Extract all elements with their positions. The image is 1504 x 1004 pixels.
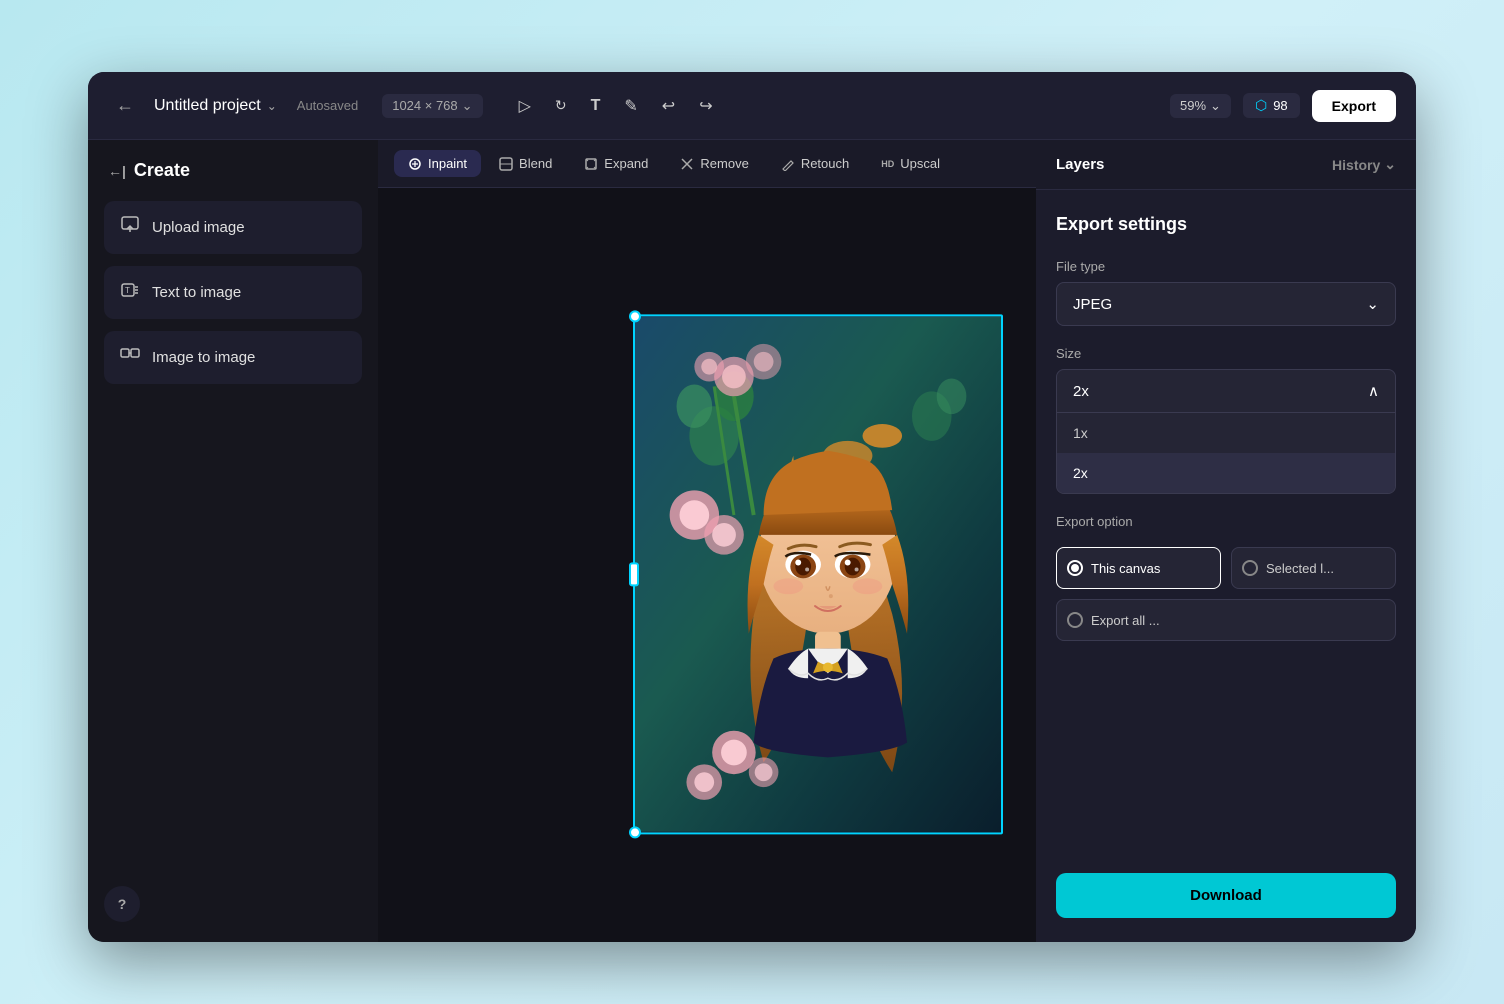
canvas-image: [635, 316, 1001, 832]
pen-tool-button[interactable]: ✎: [620, 92, 641, 120]
image-to-image-icon: [120, 345, 140, 370]
export-option-section: Export option This canvas Selected l...: [1056, 514, 1396, 641]
hd-icon: HD: [881, 159, 894, 169]
zoom-control[interactable]: 59% ⌄: [1170, 94, 1231, 118]
export-option-label: Export option: [1056, 514, 1396, 529]
selected-option[interactable]: Selected l...: [1231, 547, 1396, 589]
this-canvas-option[interactable]: This canvas: [1056, 547, 1221, 589]
right-panel-tabs: Layers History ⌄: [1036, 140, 1416, 190]
file-type-chevron-icon: ⌄: [1366, 295, 1379, 313]
size-chevron-icon: ∧: [1368, 382, 1379, 400]
sidebar-create-label: Create: [134, 160, 190, 181]
canvas-toolbar: Inpaint Blend Expand Remove Retouch: [378, 140, 1036, 188]
download-button[interactable]: Download: [1056, 873, 1396, 918]
file-type-value: JPEG: [1073, 296, 1112, 313]
size-2x-label: 2x: [1073, 465, 1088, 481]
project-title: Untitled project: [154, 97, 261, 115]
select-tool-button[interactable]: ▷: [515, 92, 535, 120]
this-canvas-label: This canvas: [1091, 561, 1160, 576]
sidebar: ←| Create Upload image: [88, 140, 378, 942]
remove-button[interactable]: Remove: [666, 150, 762, 177]
resize-handle-tl[interactable]: [629, 310, 641, 322]
resize-handle-bl[interactable]: [629, 826, 641, 838]
svg-text:T: T: [125, 286, 130, 295]
remove-label: Remove: [700, 156, 748, 171]
inpaint-label: Inpaint: [428, 156, 467, 171]
export-button[interactable]: Export: [1312, 90, 1396, 122]
toolbar-tools: ▷ ↻ T ✎ ↩ ↪: [515, 92, 717, 120]
credits-value: 98: [1273, 98, 1287, 113]
size-option-1x[interactable]: 1x: [1057, 413, 1395, 453]
inpaint-button[interactable]: Inpaint: [394, 150, 481, 177]
export-settings-panel: Export settings File type JPEG ⌄ Size 2x: [1036, 190, 1416, 942]
size-section: Size 2x ∧ 1x 2x: [1056, 346, 1396, 494]
right-panel: Layers History ⌄ Export settings File ty…: [1036, 140, 1416, 942]
blend-button[interactable]: Blend: [485, 150, 566, 177]
project-title-area[interactable]: Untitled project ⌄: [154, 97, 277, 115]
upload-image-label: Upload image: [152, 219, 245, 236]
text-tool-button[interactable]: T: [587, 93, 605, 119]
title-chevron-icon: ⌄: [267, 99, 277, 113]
text-to-image-label: Text to image: [152, 284, 241, 301]
size-label: Size: [1056, 346, 1396, 361]
export-settings-title: Export settings: [1056, 214, 1396, 235]
credits-icon: ⬡: [1255, 97, 1267, 114]
history-tab[interactable]: History ⌄: [1332, 156, 1396, 173]
file-type-dropdown[interactable]: JPEG ⌄: [1056, 282, 1396, 326]
size-dropdown-container: 2x ∧ 1x 2x: [1056, 369, 1396, 494]
export-all-label: Export all ...: [1091, 613, 1160, 628]
size-dropdown[interactable]: 2x ∧: [1056, 369, 1396, 413]
undo-button[interactable]: ↩: [658, 92, 679, 120]
zoom-value: 59%: [1180, 98, 1206, 113]
header: ← Untitled project ⌄ Autosaved 1024 × 76…: [88, 72, 1416, 140]
rotate-tool-button[interactable]: ↻: [551, 93, 571, 118]
help-button[interactable]: ?: [104, 886, 140, 922]
upscal-button[interactable]: HD Upscal: [867, 150, 954, 177]
selected-radio: [1242, 560, 1258, 576]
retouch-button[interactable]: Retouch: [767, 150, 863, 177]
canvas-image-container[interactable]: [633, 314, 1003, 834]
sidebar-item-upload[interactable]: Upload image: [104, 201, 362, 254]
canvas-size-chevron-icon: ⌄: [462, 98, 473, 114]
text-to-image-icon: T: [120, 280, 140, 305]
upscal-label: Upscal: [900, 156, 940, 171]
layers-tab[interactable]: Layers: [1056, 156, 1104, 173]
autosaved-status: Autosaved: [297, 98, 358, 113]
history-tab-label: History: [1332, 157, 1380, 173]
selected-label: Selected l...: [1266, 561, 1334, 576]
export-all-radio: [1067, 612, 1083, 628]
file-type-label: File type: [1056, 259, 1396, 274]
sidebar-item-image-to-image[interactable]: Image to image: [104, 331, 362, 384]
sidebar-item-text-to-image[interactable]: T Text to image: [104, 266, 362, 319]
retouch-label: Retouch: [801, 156, 849, 171]
size-options-list: 1x 2x: [1056, 413, 1396, 494]
canvas-size-value: 1024 × 768: [392, 98, 457, 113]
canvas-area[interactable]: Inpaint Blend Expand Remove Retouch: [378, 140, 1036, 942]
canvas-size-selector[interactable]: 1024 × 768 ⌄: [382, 94, 482, 118]
resize-handle-ml[interactable]: [629, 562, 639, 586]
sidebar-create-header: ←| Create: [104, 160, 362, 181]
main-layout: ←| Create Upload image: [88, 140, 1416, 942]
redo-button[interactable]: ↪: [695, 92, 716, 120]
size-value: 2x: [1073, 383, 1089, 400]
export-all-button[interactable]: Export all ...: [1056, 599, 1396, 641]
size-option-2x[interactable]: 2x: [1057, 453, 1395, 493]
zoom-chevron-icon: ⌄: [1210, 98, 1221, 114]
credits-display: ⬡ 98: [1243, 93, 1300, 118]
back-button[interactable]: ←: [108, 91, 142, 120]
canvas-content: [378, 188, 1036, 940]
history-chevron-icon: ⌄: [1384, 156, 1396, 173]
expand-button[interactable]: Expand: [570, 150, 662, 177]
help-icon: ?: [118, 896, 127, 912]
image-to-image-label: Image to image: [152, 349, 255, 366]
this-canvas-radio: [1067, 560, 1083, 576]
blend-label: Blend: [519, 156, 552, 171]
file-type-section: File type JPEG ⌄: [1056, 259, 1396, 326]
size-1x-label: 1x: [1073, 425, 1088, 441]
expand-label: Expand: [604, 156, 648, 171]
upload-icon: [120, 215, 140, 240]
app-window: ← Untitled project ⌄ Autosaved 1024 × 76…: [88, 72, 1416, 942]
sidebar-back-icon: ←|: [108, 163, 126, 179]
export-options-row: This canvas Selected l...: [1056, 547, 1396, 589]
